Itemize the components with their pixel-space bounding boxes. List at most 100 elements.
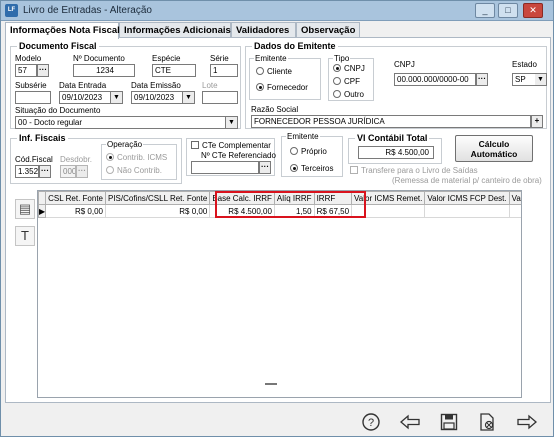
data-entrada-label: Data Entrada [59,81,107,90]
radio-contrib-icms[interactable]: Contrib. ICMS [106,153,167,162]
radio-cpf-label: CPF [344,77,360,86]
nro-documento-field[interactable]: 1234 [73,64,135,77]
radio-contrib-icms-label: Contrib. ICMS [117,153,168,162]
radio-outro-dot [333,90,341,98]
cnpj-label: CNPJ [394,60,415,69]
modelo-lookup-button[interactable]: ··· [37,64,49,77]
nro-documento-label: Nº Documento [73,54,125,63]
grid-resize-grip[interactable] [265,383,277,385]
tab-informacoes-nota-fiscal[interactable]: Informações Nota Fiscal [5,22,120,39]
cod-fiscal-lookup-button[interactable]: ··· [39,165,51,178]
razao-social-add-button[interactable]: + [531,115,543,128]
row-selector-icon[interactable]: ▶ [38,204,47,218]
vl-contabil-label: Vl Contábil Total [355,133,430,143]
dados-emitente-title: Dados do Emitente [252,41,338,51]
text-icon[interactable]: T [15,226,35,246]
razao-social-field[interactable]: FORNECEDOR PESSOA JURÍDICA [251,115,531,128]
data-emissao-field[interactable]: 09/10/2023 [131,91,183,104]
cell-base-calc-irrf[interactable]: R$ 4.500,00 [209,204,275,218]
tab-observacao[interactable]: Observação [296,22,360,38]
transfere-note: (Remessa de material p/ canteiro de obra… [392,176,542,185]
help-icon[interactable]: ? [361,412,381,432]
cell-aliq-irrf[interactable]: 1,50 [273,204,315,218]
estado-dropdown-button[interactable]: ▼ [535,73,547,86]
col-header-csl-ret-fonte[interactable]: CSL Ret. Fonte [45,191,106,205]
radio-cpf[interactable]: CPF [333,77,360,86]
cell-valor-icms-remet[interactable] [351,204,426,218]
radio-cliente[interactable]: Cliente [256,67,292,76]
radio-cnpj[interactable]: CNPJ [333,64,365,73]
save-icon[interactable] [439,412,459,432]
delete-document-icon[interactable] [477,412,497,432]
cell-valor-icms-fcp-dest[interactable] [424,204,510,218]
table-row[interactable]: ▶ R$ 0,00 R$ 0,00 R$ 4.500,00 1,50 R$ 67… [38,204,521,218]
impostos-table: CSL Ret. Fonte PIS/Cofins/CSLL Ret. Font… [38,191,521,218]
cte-referenciado-lookup-button[interactable]: ··· [259,161,271,174]
cell-valor-ic[interactable] [508,204,521,218]
cod-fiscal-label: Cód.Fiscal [15,155,53,164]
radio-fornecedor-dot [256,83,264,91]
col-header-valor-ic[interactable]: Valor IC [508,191,521,205]
radio-nao-contrib[interactable]: Não Contrib. [106,166,162,175]
radio-outro[interactable]: Outro [333,90,364,99]
radio-terceiros[interactable]: Terceiros [290,164,333,173]
tab-informacoes-adicionais[interactable]: Informações Adicionais [119,22,231,38]
subserie-label: Subsérie [15,81,47,90]
cte-complementar-checkbox[interactable]: CTe Complementar [191,141,271,150]
col-header-aliq-irrf[interactable]: Alíq IRRF [273,191,315,205]
grid-header-corner [38,191,47,205]
desdobr-lookup-button[interactable]: ··· [76,165,88,178]
cte-complementar-box [191,141,199,149]
next-arrow-icon[interactable] [516,412,537,432]
cte-group: CTe Complementar Nº CTe Referenciado ··· [186,138,276,176]
radio-proprio[interactable]: Próprio [290,147,327,156]
impostos-grid[interactable]: CSL Ret. Fonte PIS/Cofins/CSLL Ret. Font… [37,190,522,398]
svg-text:?: ? [368,417,374,429]
situacao-dropdown-button[interactable]: ▼ [226,116,238,129]
radio-cnpj-dot [333,64,341,72]
especie-label: Espécie [152,54,181,63]
back-arrow-icon[interactable] [399,412,420,432]
vl-contabil-field[interactable]: R$ 4.500,00 [358,146,434,159]
tab-validadores[interactable]: Validadores [231,22,296,38]
subserie-field[interactable] [15,91,51,104]
desdobr-field[interactable]: 000 [60,165,76,178]
close-button[interactable]: ✕ [523,3,543,18]
col-header-valor-icms-fcp-dest[interactable]: Valor ICMS FCP Dest. [424,191,510,205]
cod-fiscal-field[interactable]: 1.352 [15,165,39,178]
radio-contrib-icms-dot [106,153,114,161]
col-header-valor-icms-remet[interactable]: Valor ICMS Remet. [351,191,426,205]
maximize-button[interactable]: □ [498,3,518,18]
radio-fornecedor[interactable]: Fornecedor [256,83,308,92]
window-title: Livro de Entradas - Alteração [23,5,152,16]
document-icon[interactable]: ▤ [15,199,35,219]
col-header-base-calc-irrf[interactable]: Base Calc. IRRF [209,191,275,205]
especie-field[interactable]: CTE [152,64,196,77]
serie-field[interactable]: 1 [210,64,238,77]
cell-irrf[interactable]: R$ 67,50 [313,204,353,218]
data-entrada-field[interactable]: 09/10/2023 [59,91,111,104]
col-header-irrf[interactable]: IRRF [313,191,353,205]
data-emissao-calendar-button[interactable]: ▼ [183,91,195,104]
col-header-pis-cofins-csll[interactable]: PIS/Cofins/CSLL Ret. Fonte [104,191,211,205]
situacao-documento-select[interactable]: 00 - Docto regular [15,116,226,129]
tipo-subgroup: Tipo CNPJ CPF Outro [328,54,374,101]
inf-fiscais-title: Inf. Fiscais [17,133,68,143]
cell-csl-ret-fonte[interactable]: R$ 0,00 [45,204,106,218]
documento-fiscal-title: Documento Fiscal [17,41,99,51]
calculo-automatico-button[interactable]: Cálculo Automático [455,135,533,162]
cnpj-lookup-button[interactable]: ··· [476,73,488,86]
estado-select[interactable]: SP [512,73,536,86]
cnpj-field[interactable]: 00.000.000/0000-00 [394,73,476,86]
estado-label: Estado [512,60,537,69]
inf-fiscais-group: Inf. Fiscais Cód.Fiscal 1.352 ··· Desdob… [10,133,182,184]
cell-pis-cofins-csll[interactable]: R$ 0,00 [104,204,211,218]
transfere-livro-saidas-checkbox[interactable]: Transfere para o Livro de Saídas [350,166,478,175]
grid-header-row: CSL Ret. Fonte PIS/Cofins/CSLL Ret. Font… [38,191,521,205]
lote-field[interactable] [202,91,238,104]
vl-contabil-group: Vl Contábil Total R$ 4.500,00 [348,133,442,164]
data-entrada-calendar-button[interactable]: ▼ [111,91,123,104]
cte-referenciado-field[interactable] [191,161,259,174]
minimize-button[interactable]: _ [475,3,495,18]
modelo-field[interactable]: 57 [15,64,37,77]
